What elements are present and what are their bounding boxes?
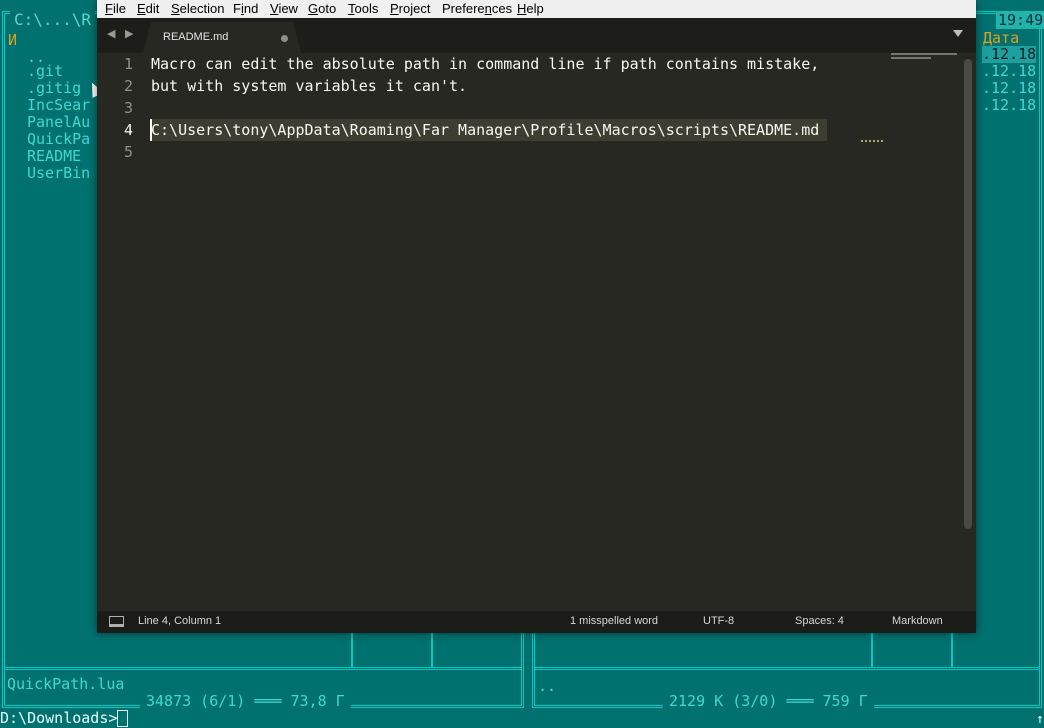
code-line[interactable]: Macro can edit the absolute path in comm… bbox=[151, 53, 819, 75]
menu-goto[interactable]: Goto bbox=[308, 0, 336, 17]
menu-find[interactable]: Find bbox=[233, 0, 258, 17]
minimap[interactable] bbox=[891, 53, 959, 63]
divider bbox=[351, 633, 353, 667]
left-panel-path: C:\...\R bbox=[10, 10, 96, 29]
menu-tools[interactable]: Tools bbox=[348, 0, 378, 17]
file-item[interactable]: .git bbox=[27, 63, 63, 80]
file-item[interactable]: .gitig bbox=[27, 80, 81, 97]
file-item[interactable]: UserBin bbox=[27, 165, 90, 182]
divider bbox=[951, 633, 953, 667]
text-caret bbox=[150, 119, 152, 141]
menu-preferences[interactable]: Preferences bbox=[442, 0, 512, 17]
date-cell: .12.18 bbox=[982, 62, 1037, 80]
status-bar: Line 4, Column 1 1 misspelled word UTF-8… bbox=[97, 611, 976, 633]
menu-edit[interactable]: Edit bbox=[137, 0, 159, 17]
line-number: 3 bbox=[123, 99, 133, 117]
line-number: 5 bbox=[123, 143, 133, 161]
file-item[interactable]: IncSear bbox=[27, 97, 90, 114]
line-number: 2 bbox=[123, 77, 133, 95]
left-panel-stats: 34873 (6/1) ═══ 73,8 Г bbox=[140, 692, 351, 710]
encoding-status[interactable]: UTF-8 bbox=[703, 615, 734, 627]
line-number: 1 bbox=[123, 55, 133, 73]
date-cell: .12.18 bbox=[982, 96, 1037, 114]
menu-project[interactable]: Project bbox=[390, 0, 430, 17]
clock: 19:49 bbox=[996, 11, 1044, 29]
menu-help[interactable]: Help bbox=[517, 0, 544, 17]
text-editor[interactable]: 1 2 3 4 5 Macro can edit the absolute pa… bbox=[97, 53, 976, 611]
tab-bar: ◀ ▶ README.md bbox=[97, 18, 976, 53]
spellcheck-status[interactable]: 1 misspelled word bbox=[570, 615, 658, 627]
command-line[interactable]: D:\Downloads> bbox=[0, 709, 1044, 728]
date-cell: .12.18 bbox=[982, 79, 1037, 97]
vertical-scrollbar[interactable] bbox=[964, 59, 972, 529]
divider bbox=[4, 667, 522, 670]
indentation-status[interactable]: Spaces: 4 bbox=[795, 615, 844, 627]
unsaved-dot-icon[interactable] bbox=[281, 35, 288, 42]
line-number-active: 4 bbox=[123, 121, 133, 139]
file-item[interactable]: README bbox=[27, 148, 81, 165]
tab-label: README.md bbox=[163, 31, 229, 43]
tab-readme[interactable]: README.md bbox=[143, 22, 301, 53]
code-line-active[interactable]: C:\Users\tony\AppData\Roaming\Far Manage… bbox=[151, 119, 828, 141]
right-panel-stats: 2129 К (3/0) ═══ 759 Г bbox=[663, 692, 874, 710]
spelling-error-underline bbox=[861, 137, 883, 142]
divider bbox=[871, 633, 873, 667]
menu-file[interactable]: File bbox=[105, 0, 126, 17]
name-column-header: И bbox=[8, 31, 18, 49]
current-file-name: QuickPath.lua bbox=[7, 675, 125, 693]
menu-selection[interactable]: Selection bbox=[171, 0, 224, 17]
toggle-panel-icon[interactable] bbox=[109, 616, 124, 627]
divider bbox=[534, 667, 1040, 670]
command-prompt: D:\Downloads> bbox=[0, 709, 118, 727]
cursor-position: Line 4, Column 1 bbox=[138, 615, 222, 627]
file-item[interactable]: QuickPa bbox=[27, 131, 90, 148]
date-cell: .12.18 bbox=[982, 45, 1037, 63]
menu-bar: File Edit Selection Find View Goto Tools… bbox=[97, 0, 976, 18]
right-current-entry: .. bbox=[538, 677, 557, 695]
divider bbox=[431, 633, 433, 667]
menu-view[interactable]: View bbox=[270, 0, 298, 17]
scroll-up-icon[interactable]: ↑ bbox=[1036, 712, 1044, 727]
code-line[interactable]: but with system variables it can't. bbox=[151, 75, 467, 97]
tab-list-dropdown-icon[interactable] bbox=[953, 30, 963, 37]
text-cursor bbox=[117, 710, 129, 727]
file-item[interactable]: PanelAu bbox=[27, 114, 90, 131]
tab-nav-arrows-icon[interactable]: ◀ ▶ bbox=[107, 27, 136, 40]
syntax-status[interactable]: Markdown bbox=[892, 615, 943, 627]
editor-window: File Edit Selection Find View Goto Tools… bbox=[97, 0, 976, 633]
